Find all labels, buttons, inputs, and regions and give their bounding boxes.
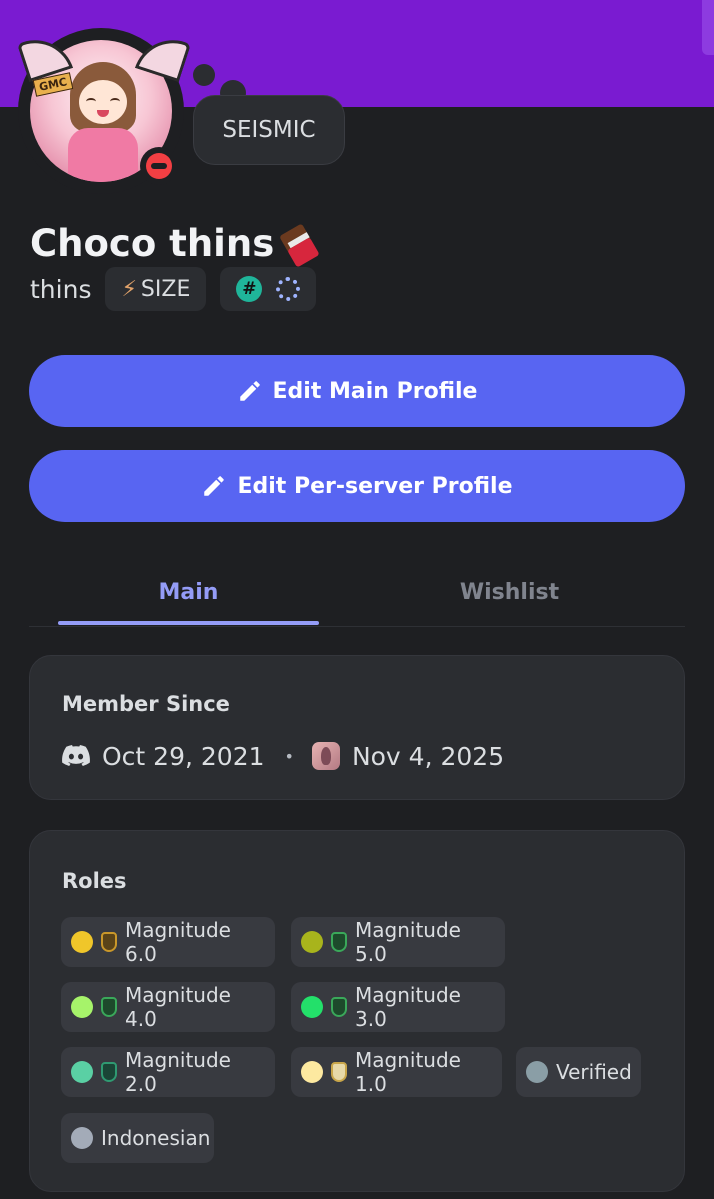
role-color-dot [71, 996, 93, 1018]
role-color-dot [71, 1127, 93, 1149]
discord-logo-icon [62, 745, 90, 766]
role-color-dot [71, 931, 93, 953]
banner-edge-decoration [702, 0, 714, 55]
avatar-eye-right [110, 98, 120, 105]
role-label: Magnitude 3.0 [355, 983, 461, 1031]
role-badge-icon [101, 1062, 117, 1082]
username-row: thins ⚡ SIZE # [30, 267, 317, 311]
member-since-card: Member Since Oct 29, 2021 • Nov 4, 2025 [29, 655, 685, 800]
display-name: Choco thins [30, 222, 320, 268]
edit-per-server-profile-label: Edit Per-server Profile [237, 473, 513, 499]
role-badge-icon [331, 932, 347, 952]
tab-main[interactable]: Main [58, 560, 319, 624]
role-pill[interactable]: Magnitude 6.0 [61, 917, 275, 967]
roles-card: Roles Magnitude 6.0 Magnitude 5.0 Magnit… [29, 830, 685, 1192]
pencil-icon [204, 476, 225, 496]
tab-wishlist[interactable]: Wishlist [379, 560, 640, 624]
role-pill[interactable]: Magnitude 2.0 [61, 1047, 275, 1097]
custom-status-bubble[interactable]: SEISMIC [193, 95, 345, 165]
role-pill[interactable]: Magnitude 4.0 [61, 982, 275, 1032]
pencil-icon [239, 381, 260, 401]
role-color-dot [526, 1061, 548, 1083]
role-badge-icon [331, 997, 347, 1017]
dnd-status-bar [151, 163, 167, 169]
role-badge-icon [331, 1062, 347, 1082]
roles-title: Roles [62, 869, 127, 893]
lightning-icon: ⚡ [121, 276, 137, 302]
role-pill[interactable]: Magnitude 1.0 [291, 1047, 502, 1097]
role-color-dot [71, 1061, 93, 1083]
edit-main-profile-button[interactable]: Edit Main Profile [29, 355, 685, 427]
role-color-dot [301, 1061, 323, 1083]
custom-status-text: SEISMIC [222, 117, 316, 143]
role-label: Magnitude 6.0 [125, 918, 231, 966]
server-tag-chip[interactable]: ⚡ SIZE [105, 267, 207, 311]
server-join-date: Nov 4, 2025 [351, 741, 505, 771]
chocolate-bar-icon [279, 220, 325, 268]
wreath-badge-icon[interactable] [276, 277, 301, 301]
badges-chip[interactable]: # [220, 267, 317, 311]
role-color-dot [301, 931, 323, 953]
display-name-text: Choco thins [30, 222, 275, 265]
role-label: Verified [556, 1060, 632, 1084]
edit-per-server-profile-button[interactable]: Edit Per-server Profile [29, 450, 685, 522]
role-badge-icon [101, 932, 117, 952]
active-tab-indicator [58, 621, 319, 625]
role-pill[interactable]: Indonesian [61, 1113, 214, 1163]
status-bubble-dot-small [193, 64, 215, 86]
profile-tabs: Main Wishlist [29, 560, 685, 627]
role-pill[interactable]: Magnitude 3.0 [291, 982, 505, 1032]
role-label: Indonesian [101, 1126, 211, 1150]
role-label: Magnitude 2.0 [125, 1048, 231, 1096]
role-badge-icon [101, 997, 117, 1017]
date-separator: • [284, 746, 294, 766]
member-since-row: Oct 29, 2021 • Nov 4, 2025 [62, 738, 504, 774]
role-color-dot [301, 996, 323, 1018]
role-label: Magnitude 5.0 [355, 918, 461, 966]
member-since-title: Member Since [62, 692, 230, 716]
avatar-eye-left [86, 98, 96, 105]
hashtag-badge-icon[interactable]: # [236, 276, 263, 302]
role-label: Magnitude 4.0 [125, 983, 231, 1031]
discord-join-date: Oct 29, 2021 [102, 741, 265, 771]
role-pill[interactable]: Magnitude 5.0 [291, 917, 505, 967]
avatar-body [68, 128, 138, 182]
role-label: Magnitude 1.0 [355, 1048, 461, 1096]
server-tag-text: SIZE [140, 276, 191, 302]
role-pill[interactable]: Verified [516, 1047, 641, 1097]
username: thins [30, 274, 92, 304]
edit-main-profile-label: Edit Main Profile [272, 378, 478, 404]
server-icon [311, 742, 340, 770]
